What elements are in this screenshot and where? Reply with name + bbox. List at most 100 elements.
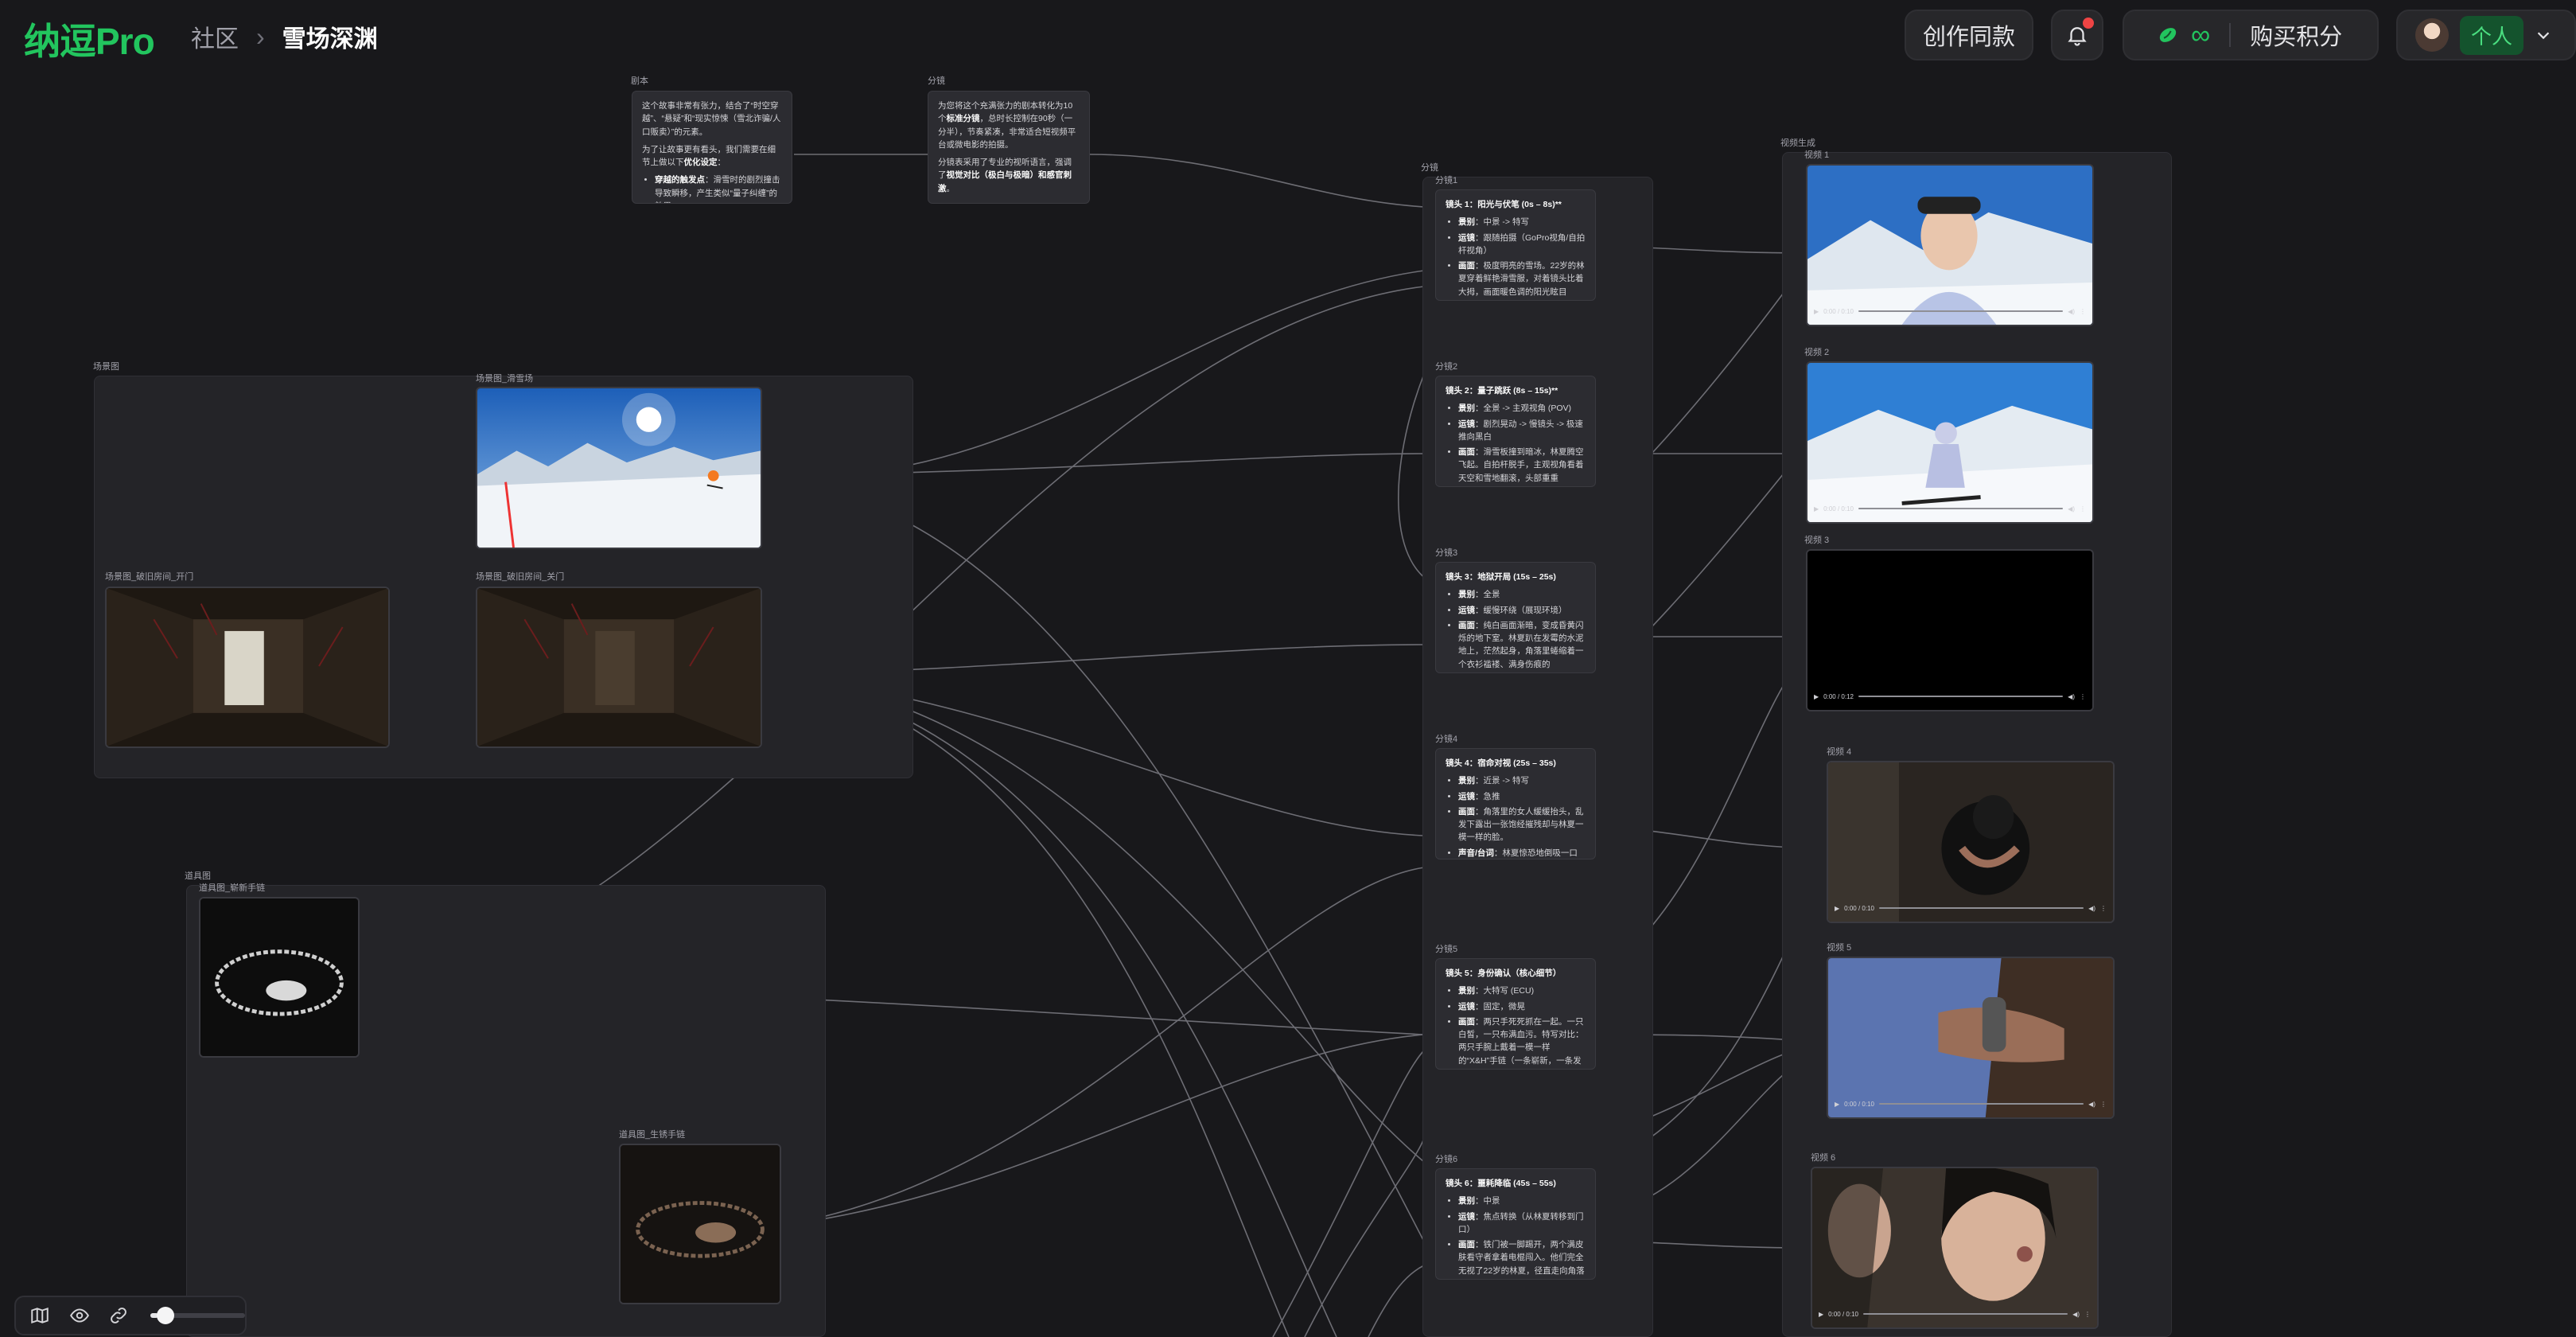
shot-card[interactable]: 镜头 3：地狱开局 (15s – 25s) 景别：全景运镜：缓慢环绕（展现环境） 画… <box>1435 562 1596 673</box>
video-player[interactable]: ▶ 0:00 / 0:10 ◀) ⋮ <box>1806 164 2094 326</box>
video-label: 视频 5 <box>1827 943 1852 953</box>
play-icon[interactable]: ▶ <box>1835 905 1839 912</box>
scene-room-closed-label: 场景图_破旧房间_关门 <box>476 572 565 582</box>
scene-room-open-image[interactable] <box>105 587 390 748</box>
top-header: 纳逗Pro 社区 › 雪场深渊 创作同款 ∞ 购买积分 个人 <box>0 0 2576 70</box>
video-player[interactable]: ▶ 0:00 / 0:10 ◀) ⋮ <box>1806 361 2094 524</box>
script-paragraph: 为了让故事更有看头，我们需要在细节上做以下优化设定： <box>642 144 776 168</box>
scene-group-label: 场景图 <box>93 362 119 372</box>
create-same-button[interactable]: 创作同款 <box>1905 10 2033 60</box>
shot-label: 分镜5 <box>1435 945 1458 954</box>
video-player[interactable]: ▶ 0:00 / 0:10 ◀) ⋮ <box>1827 761 2115 923</box>
shot-label: 分镜4 <box>1435 735 1458 744</box>
shot-list: 景别：中景运镜：焦点转换（从林夏转移到门口）画面：铁门被一脚踢开，两个满皮肤看守… <box>1446 1195 1586 1277</box>
video-progress[interactable] <box>1878 907 2084 909</box>
list-item: 运镜：焦点转换（从林夏转移到门口） <box>1458 1210 1586 1237</box>
list-item: 景别：全景 -> 主观视角 (POV) <box>1458 402 1586 415</box>
shot-list: 景别：全景 -> 主观视角 (POV) 运镜：剧烈晃动 -> 慢镜头 -> 极速推… <box>1446 402 1586 485</box>
prop-rusty-bracelet-image[interactable] <box>619 1144 781 1304</box>
video-label: 视频 2 <box>1804 348 1830 357</box>
video-time: 0:00 / 0:10 <box>1844 904 1874 912</box>
more-icon[interactable]: ⋮ <box>2080 693 2086 700</box>
list-item: 景别：中景 -> 特写 <box>1458 216 1586 228</box>
list-item: 穿越的触发点：滑雪时的剧烈撞击导致瞬移，产生类似“量子纠缠”的效果。 <box>655 173 782 203</box>
shot-list: 景别：大特写 (ECU) 运镜：固定，微晃画面：两只手死死抓在一起。一只白皙，一只… <box>1446 984 1586 1069</box>
video-group-label: 视频生成 <box>1780 138 1815 148</box>
video-progress[interactable] <box>1858 696 2064 697</box>
volume-icon[interactable]: ◀) <box>2088 1101 2095 1108</box>
personal-badge: 个人 <box>2460 15 2524 55</box>
play-icon[interactable]: ▶ <box>1814 308 1819 315</box>
storyboard-paragraph: 为您将这个充满张力的剧本转化为10个标准分镜，总时长控制在90秒（一分半），节奏… <box>938 101 1076 150</box>
scene-room-open-label: 场景图_破旧房间_开门 <box>105 572 194 582</box>
notification-button[interactable] <box>2051 10 2103 60</box>
volume-icon[interactable]: ◀) <box>2072 1311 2080 1318</box>
shot-list: 景别：近景 -> 特写运镜：急推画面：角落里的女人缓缓抬头，乱发下露出一张饱经摧… <box>1446 774 1586 859</box>
app-logo[interactable]: 纳逗Pro <box>24 13 155 65</box>
volume-icon[interactable]: ◀) <box>2068 308 2075 315</box>
more-icon[interactable]: ⋮ <box>2100 905 2107 912</box>
shot-title: 镜头 1：阳光与伏笔 (0s – 8s)** <box>1446 200 1562 209</box>
video-player[interactable]: ▶ 0:00 / 0:12 ◀) ⋮ <box>1806 549 2094 711</box>
breadcrumb-community[interactable]: 社区 <box>191 19 239 54</box>
video-label: 视频 4 <box>1827 747 1852 757</box>
more-icon[interactable]: ⋮ <box>2100 1101 2107 1108</box>
notification-dot <box>2083 18 2094 29</box>
volume-icon[interactable]: ◀) <box>2088 905 2095 912</box>
volume-icon[interactable]: ◀) <box>2068 693 2075 700</box>
video-player[interactable]: ▶ 0:00 / 0:10 ◀) ⋮ <box>1811 1167 2099 1329</box>
play-icon[interactable]: ▶ <box>1814 693 1819 700</box>
list-item: 画面：滑雪板撞到暗冰，林夏腾空飞起。自拍杆脱手，主观视角看着天空和雪地翻滚，头部… <box>1458 446 1586 485</box>
more-icon[interactable]: ⋮ <box>2080 505 2086 513</box>
shot-card[interactable]: 镜头 1：阳光与伏笔 (0s – 8s)** 景别：中景 -> 特写运镜：跟随拍摄… <box>1435 189 1596 301</box>
scene-room-closed-image[interactable] <box>476 587 762 748</box>
volume-icon[interactable]: ◀) <box>2068 505 2075 513</box>
canvas-toolbar <box>14 1296 247 1335</box>
video-progress[interactable] <box>1878 1103 2084 1105</box>
list-item: 运镜：剧烈晃动 -> 慢镜头 -> 极速推向黑白 <box>1458 418 1586 444</box>
prop-new-bracelet-image[interactable] <box>199 897 360 1058</box>
points-button[interactable]: ∞ 购买积分 <box>2123 10 2379 60</box>
shot-list: 景别：中景 -> 特写运镜：跟随拍摄（GoPro视角/自拍杆视角）画面：极度明亮… <box>1446 216 1586 298</box>
video-player[interactable]: ▶ 0:00 / 0:10 ◀) ⋮ <box>1827 957 2115 1119</box>
play-icon[interactable]: ▶ <box>1835 1101 1839 1108</box>
storyboard-summary-card[interactable]: 为您将这个充满张力的剧本转化为10个标准分镜，总时长控制在90秒（一分半），节奏… <box>928 91 1090 204</box>
video-controls: ▶ 0:00 / 0:10 ◀) ⋮ <box>1835 1098 2107 1109</box>
more-icon[interactable]: ⋮ <box>2084 1311 2091 1318</box>
breadcrumb: 社区 › 雪场深渊 <box>191 19 378 54</box>
list-item: 运镜：跟随拍摄（GoPro视角/自拍杆视角） <box>1458 232 1586 258</box>
video-time: 0:00 / 0:10 <box>1828 1310 1858 1318</box>
zoom-slider-handle[interactable] <box>156 1307 174 1324</box>
shot-card[interactable]: 镜头 6：噩耗降临 (45s – 55s) 景别：中景运镜：焦点转换（从林夏转移到… <box>1435 1168 1596 1280</box>
shot-card[interactable]: 镜头 4：宿命对视 (25s – 35s) 景别：近景 -> 特写运镜：急推画面：… <box>1435 748 1596 860</box>
video-label: 视频 6 <box>1811 1153 1836 1163</box>
video-progress[interactable] <box>1858 508 2064 509</box>
preview-button[interactable] <box>68 1304 91 1327</box>
user-menu-button[interactable]: 个人 <box>2396 10 2576 60</box>
shot-title: 镜头 2：量子跳跃 (8s – 15s)** <box>1446 386 1558 396</box>
video-frame <box>1807 363 2092 522</box>
scene-ski-image[interactable] <box>476 387 762 549</box>
link-button[interactable] <box>107 1304 130 1327</box>
map-icon <box>31 1307 49 1324</box>
list-item: 声音/台词：林夏惊恐地倒吸一口冷气 <box>1458 847 1586 859</box>
scene-ski-label: 场景图_滑雪场 <box>476 374 534 384</box>
video-controls: ▶ 0:00 / 0:12 ◀) ⋮ <box>1814 691 2086 702</box>
video-time: 0:00 / 0:10 <box>1844 1100 1874 1108</box>
video-progress[interactable] <box>1858 310 2064 312</box>
video-controls: ▶ 0:00 / 0:10 ◀) ⋮ <box>1819 1308 2091 1319</box>
chevron-right-icon: › <box>256 21 265 51</box>
play-icon[interactable]: ▶ <box>1814 505 1819 513</box>
video-frame <box>1807 551 2092 710</box>
video-progress[interactable] <box>1862 1313 2068 1315</box>
shot-title: 镜头 4：宿命对视 (25s – 35s) <box>1446 758 1556 768</box>
zoom-slider[interactable] <box>150 1307 245 1324</box>
shot-card[interactable]: 镜头 2：量子跳跃 (8s – 15s)** 景别：全景 -> 主观视角 (POV… <box>1435 376 1596 487</box>
map-button[interactable] <box>29 1304 51 1327</box>
shot-label: 分镜3 <box>1435 548 1458 558</box>
buy-points-label: 购买积分 <box>2250 25 2343 50</box>
more-icon[interactable]: ⋮ <box>2080 308 2086 315</box>
play-icon[interactable]: ▶ <box>1819 1311 1823 1318</box>
shot-card[interactable]: 镜头 5：身份确认（核心细节） 景别：大特写 (ECU) 运镜：固定，微晃画面：两只… <box>1435 958 1596 1070</box>
script-card[interactable]: 这个故事非常有张力，结合了“时空穿越”、“悬疑”和“现实惊悚（雪北诈骗/人口贩卖… <box>632 91 792 204</box>
